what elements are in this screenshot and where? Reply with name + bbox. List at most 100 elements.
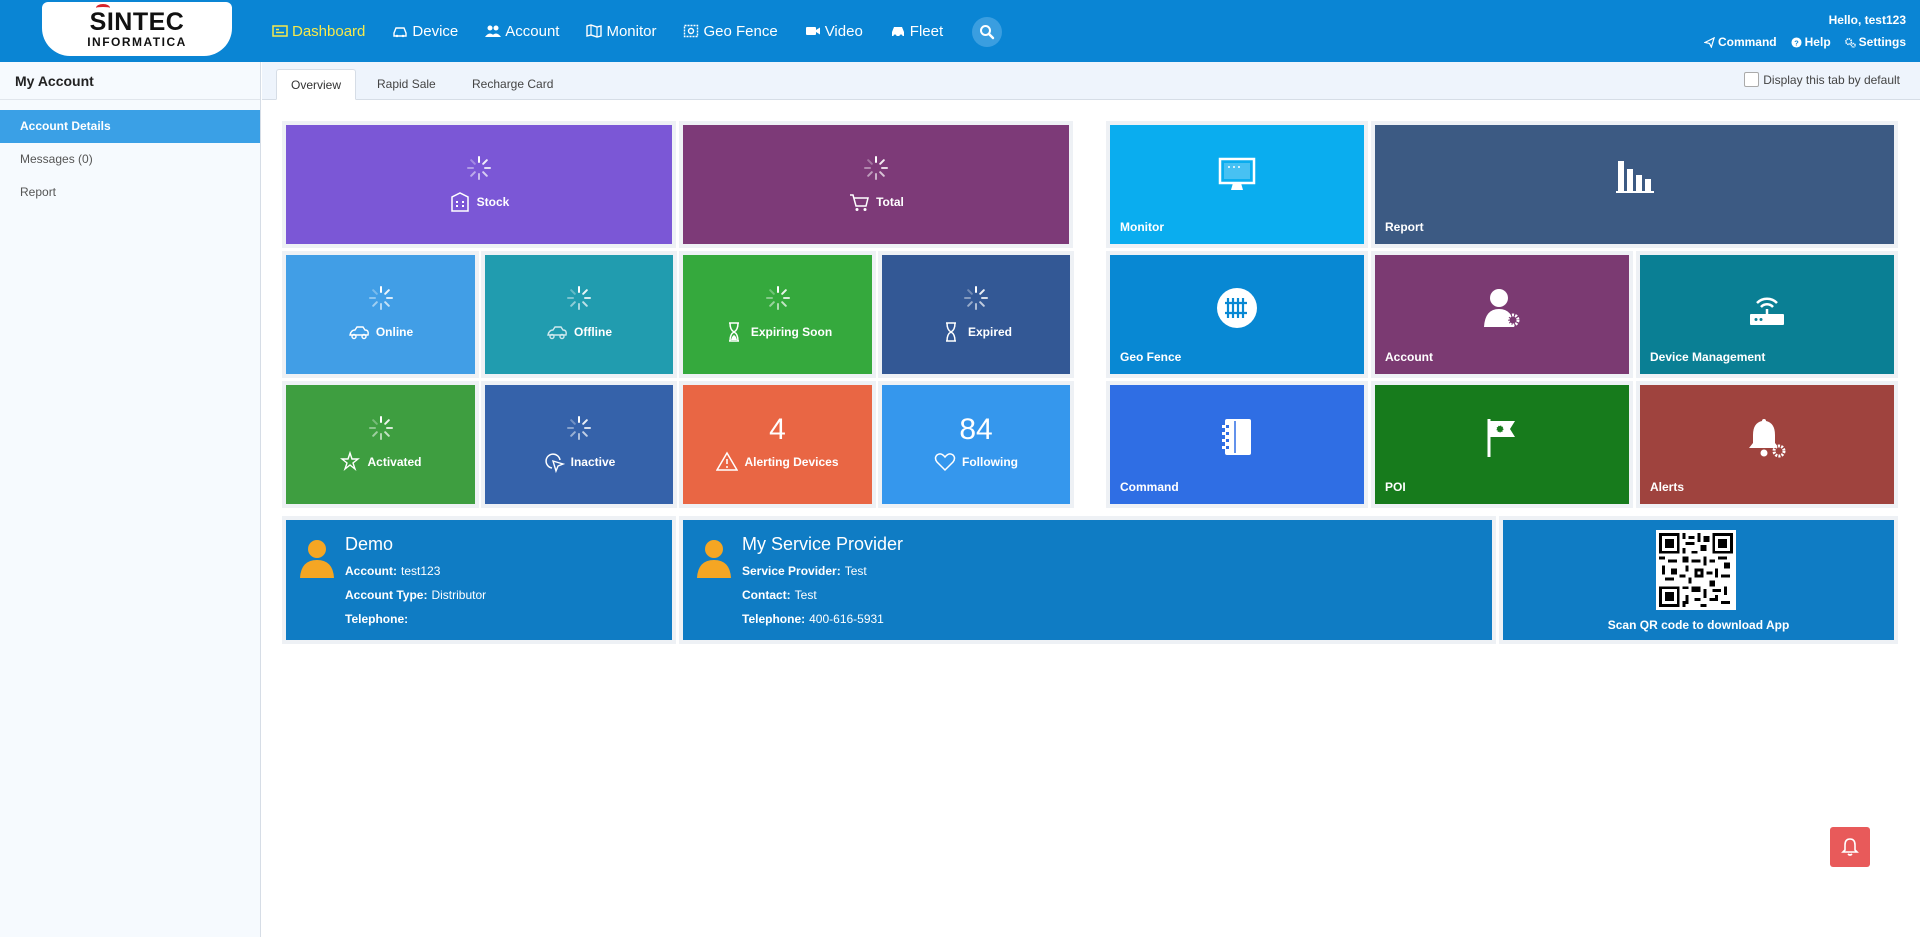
following-label-row: Following	[882, 451, 1070, 473]
logo-top-text: SINTEC	[90, 4, 185, 35]
tab-overview[interactable]: Overview	[276, 69, 357, 100]
inactive-label: Inactive	[570, 455, 616, 469]
loading-spinner	[286, 155, 672, 181]
qr-code[interactable]	[1656, 530, 1736, 610]
alerting-label: Alerting Devices	[744, 455, 839, 469]
loading-spinner	[683, 155, 1069, 181]
stock-tile[interactable]: Stock	[286, 125, 672, 244]
nav-geofence-label: Geo Fence	[703, 22, 778, 40]
spinner-icon	[765, 285, 791, 311]
notebook-icon	[1222, 419, 1251, 455]
big-icon	[1640, 417, 1894, 459]
search-button[interactable]	[972, 17, 1002, 47]
account-tile[interactable]: Account	[1375, 255, 1629, 374]
car-online-icon	[348, 326, 369, 340]
default-tab-checkbox[interactable]: Display this tab by default	[1744, 72, 1900, 87]
online-label: Online	[375, 325, 414, 339]
nav-video-label: Video	[824, 22, 863, 40]
fleet-icon	[891, 27, 904, 38]
nav-video[interactable]: Video	[805, 23, 863, 40]
warning-icon	[716, 451, 739, 471]
loading-spinner	[286, 415, 475, 441]
report-tile[interactable]: Report	[1375, 125, 1894, 244]
loading-spinner	[286, 285, 475, 311]
account-row-value: test123	[401, 564, 441, 578]
router-icon	[1750, 297, 1784, 325]
hourglass-icon	[945, 322, 956, 342]
nav-device[interactable]: Device	[392, 23, 458, 40]
big-icon	[1110, 417, 1364, 457]
help-link-label: Help	[1804, 35, 1831, 49]
sidebar-list: Account Details Messages (0) Report	[0, 110, 260, 209]
online-tile[interactable]: Online	[286, 255, 475, 374]
map-icon	[586, 24, 603, 38]
offline-tile[interactable]: Offline	[485, 255, 673, 374]
loading-spinner	[485, 285, 673, 311]
total-label: Total	[876, 195, 904, 209]
service-provider-card: My Service Provider Service Provider: Tes…	[683, 520, 1492, 640]
car-offline-icon	[547, 326, 567, 340]
total-tile[interactable]: Total	[683, 125, 1069, 244]
following-tile[interactable]: 84 Following	[882, 385, 1070, 504]
loading-spinner	[882, 285, 1070, 311]
tab-rapid-sale[interactable]: Rapid Sale	[363, 69, 450, 100]
top-header: SINTEC INFORMATICA Dashboard Device Acco…	[0, 0, 1920, 62]
alerting-label-row: Alerting Devices	[683, 451, 872, 473]
nav-geofence[interactable]: Geo Fence	[683, 22, 778, 40]
sidebar-item-account-details[interactable]: Account Details	[0, 110, 260, 143]
big-icon	[1375, 287, 1629, 329]
bell-icon	[1841, 838, 1859, 856]
nav-dashboard-label: Dashboard	[292, 22, 366, 40]
offline-label: Offline	[574, 325, 612, 339]
logo[interactable]: SINTEC INFORMATICA	[42, 2, 232, 56]
spinner-icon	[963, 285, 989, 311]
command-tile[interactable]: Command	[1110, 385, 1364, 504]
notification-button[interactable]	[1830, 827, 1870, 867]
loading-spinner	[485, 415, 673, 441]
alerting-devices-tile[interactable]: 4 Alerting Devices	[683, 385, 872, 504]
bell-gear-icon	[1749, 419, 1786, 458]
expiring-label-row: Expiring Soon	[683, 321, 872, 343]
geo-fence-tile-label: Geo Fence	[1120, 350, 1182, 364]
nav-monitor[interactable]: Monitor	[586, 23, 656, 40]
poi-tile-label: POI	[1385, 480, 1406, 494]
alerts-tile[interactable]: Alerts	[1640, 385, 1894, 504]
command-link[interactable]: Command	[1703, 35, 1777, 49]
expired-tile[interactable]: Expired	[882, 255, 1070, 374]
poi-tile[interactable]: POI	[1375, 385, 1629, 504]
user-avatar-icon	[300, 540, 334, 578]
offline-label-row: Offline	[485, 321, 673, 343]
activated-tile[interactable]: Activated	[286, 385, 475, 504]
bar-chart-icon	[1615, 161, 1654, 193]
video-icon	[805, 27, 820, 35]
sidebar-item-messages[interactable]: Messages (0)	[0, 143, 260, 176]
user-gear-icon	[1484, 289, 1520, 327]
provider-card-title: My Service Provider	[742, 534, 904, 554]
account-row-label: Account:	[345, 564, 397, 578]
sidebar-item-report[interactable]: Report	[0, 176, 260, 209]
provider-row-label: Service Provider:	[742, 564, 841, 578]
device-management-tile[interactable]: Device Management	[1640, 255, 1894, 374]
send-icon	[1703, 36, 1715, 48]
tab-recharge-card[interactable]: Recharge Card	[458, 69, 567, 100]
account-card-title: Demo	[345, 534, 394, 554]
big-icon	[1110, 157, 1364, 193]
nav-account[interactable]: Account	[485, 23, 559, 40]
account-telephone-row: Telephone:	[345, 612, 412, 626]
nav-dashboard[interactable]: Dashboard	[272, 23, 365, 40]
nav-fleet[interactable]: Fleet	[890, 23, 943, 40]
help-link[interactable]: ? Help	[1791, 35, 1831, 49]
provider-telephone-label: Telephone:	[742, 612, 806, 626]
following-label: Following	[962, 455, 1018, 469]
nav-device-label: Device	[412, 22, 459, 40]
inactive-label-row: Inactive	[485, 451, 673, 473]
monitor-tile[interactable]: Monitor	[1110, 125, 1364, 244]
default-tab-checkbox-box[interactable]	[1744, 72, 1760, 87]
dashboard-icon	[272, 25, 288, 37]
flag-icon	[1487, 419, 1515, 457]
settings-link[interactable]: Settings	[1844, 35, 1906, 49]
inactive-tile[interactable]: Inactive	[485, 385, 673, 504]
cursor-click-icon	[545, 453, 565, 473]
expiring-soon-tile[interactable]: Expiring Soon	[683, 255, 872, 374]
geo-fence-tile[interactable]: Geo Fence	[1110, 255, 1364, 374]
